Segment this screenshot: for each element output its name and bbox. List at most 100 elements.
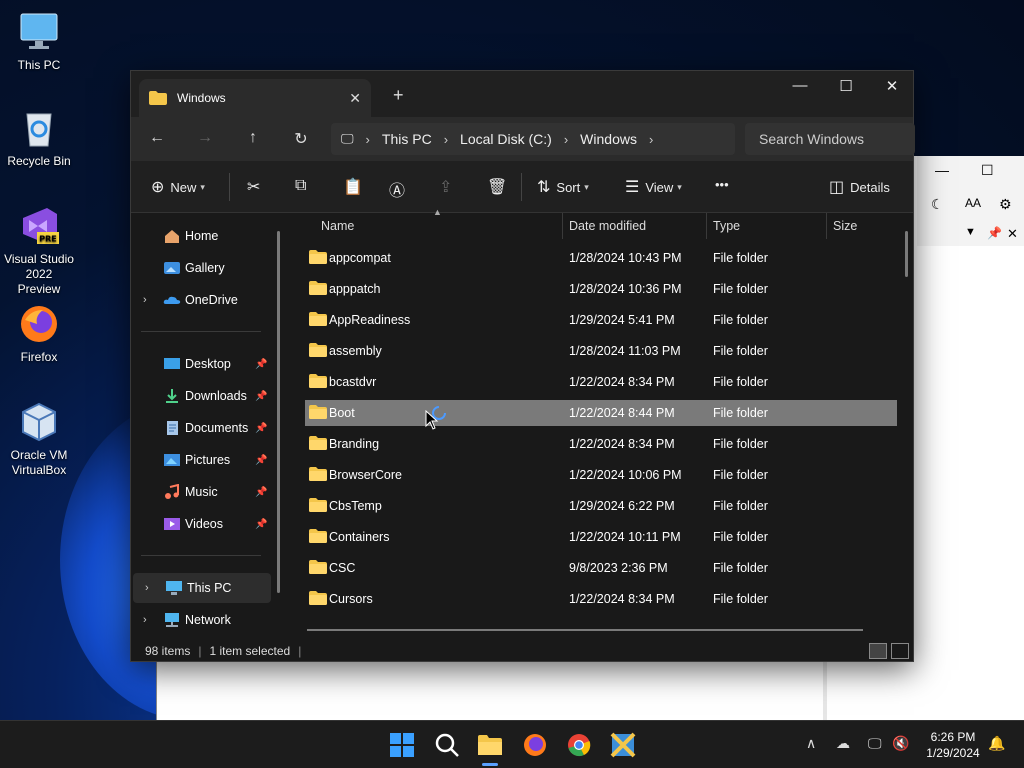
desktop-icon-this-pc[interactable]: This PC: [4, 10, 74, 73]
file-row[interactable]: Containers 1/22/2024 10:11 PM File folder: [305, 524, 897, 550]
column-header: ▲ Name Date modified Type Size: [289, 207, 913, 239]
column-type[interactable]: Type: [713, 219, 740, 233]
documents-icon: [167, 421, 178, 435]
minimize-icon[interactable]: —: [935, 162, 949, 178]
nav-item-downloads[interactable]: Downloads 📌: [131, 381, 269, 411]
horizontal-scrollbar[interactable]: [307, 629, 863, 631]
file-type: File folder: [713, 499, 768, 513]
notification-bell-icon[interactable]: 🔔: [988, 735, 1005, 752]
forward-button[interactable]: →: [193, 129, 217, 147]
column-date-modified[interactable]: Date modified: [569, 219, 646, 233]
folder-icon: [309, 374, 327, 388]
paste-icon[interactable]: 📋: [343, 177, 369, 197]
column-divider[interactable]: [706, 213, 707, 239]
close-tab-icon[interactable]: ✕: [349, 90, 361, 107]
nav-item-gallery[interactable]: Gallery: [131, 253, 269, 283]
app-taskbar-icon[interactable]: [609, 731, 637, 759]
chevron-right-icon[interactable]: ›: [143, 294, 147, 306]
network-tray-icon[interactable]: 🖵: [868, 735, 882, 752]
details-button[interactable]: ◫ Details: [829, 177, 890, 197]
chevron-right-icon[interactable]: ›: [143, 614, 147, 626]
nav-item-desktop[interactable]: Desktop 📌: [131, 349, 269, 379]
file-type: File folder: [713, 375, 768, 389]
desktop-icon-firefox[interactable]: Firefox: [4, 302, 74, 365]
new-button[interactable]: ⊕ New ▾: [151, 177, 205, 197]
nav-item-network[interactable]: › Network: [131, 605, 269, 635]
search-icon[interactable]: [433, 731, 461, 759]
chevron-right-icon[interactable]: ›: [145, 582, 149, 594]
nav-item-onedrive[interactable]: › OneDrive: [131, 285, 269, 315]
chrome-taskbar-icon[interactable]: [565, 731, 593, 759]
more-options-button[interactable]: •••: [715, 177, 729, 192]
up-button[interactable]: ↑: [241, 129, 265, 147]
pin-icon[interactable]: 📌: [987, 226, 1002, 240]
maximize-icon[interactable]: ☐: [981, 162, 994, 179]
moon-icon[interactable]: ☾: [931, 196, 944, 213]
start-windows-icon[interactable]: [388, 731, 416, 759]
cut-icon[interactable]: ✂: [247, 177, 266, 197]
file-row[interactable]: AppReadiness 1/29/2024 5:41 PM File folder: [305, 307, 897, 333]
system-clock[interactable]: 6:26 PM 1/29/2024: [916, 729, 990, 761]
volume-muted-icon[interactable]: 🔇: [892, 735, 909, 752]
maximize-button[interactable]: ☐: [823, 77, 869, 95]
desktop-icon-recycle-bin[interactable]: Recycle Bin: [4, 106, 74, 169]
breadcrumb-chevron-icon: ›: [563, 131, 569, 147]
nav-item-documents[interactable]: Documents 📌: [131, 413, 269, 443]
minimize-button[interactable]: —: [777, 77, 823, 94]
new-tab-button[interactable]: +: [393, 85, 404, 106]
nav-item-music[interactable]: Music 📌: [131, 477, 269, 507]
details-view-icon[interactable]: [869, 643, 887, 659]
gear-icon[interactable]: ⚙: [999, 196, 1012, 213]
file-row[interactable]: appcompat 1/28/2024 10:43 PM File folder: [305, 245, 897, 271]
delete-icon[interactable]: 🗑: [487, 177, 513, 197]
column-divider[interactable]: [826, 213, 827, 239]
vertical-scrollbar[interactable]: [905, 231, 908, 277]
file-explorer-taskbar-icon[interactable]: [476, 731, 504, 759]
breadcrumb-windows[interactable]: Windows: [580, 131, 637, 147]
active-app-indicator: [482, 763, 498, 766]
breadcrumb-local-disk[interactable]: Local Disk (C:): [460, 131, 552, 147]
sort-button[interactable]: ⇅ Sort ▾: [537, 177, 589, 197]
address-bar[interactable]: 🖵 › This PC › Local Disk (C:) › Windows …: [331, 123, 735, 155]
desktop-icon-virtualbox[interactable]: Oracle VM VirtualBox: [4, 400, 74, 478]
nav-item-this-pc[interactable]: › This PC: [133, 573, 271, 603]
refresh-button[interactable]: ↻: [289, 129, 313, 149]
file-row[interactable]: assembly 1/28/2024 11:03 PM File folder: [305, 338, 897, 364]
folder-icon: [309, 343, 327, 357]
file-row[interactable]: BrowserCore 1/22/2024 10:06 PM File folder: [305, 462, 897, 488]
tab-windows[interactable]: Windows ✕: [139, 79, 371, 117]
nav-item-videos[interactable]: Videos 📌: [131, 509, 269, 539]
rename-icon[interactable]: Ⓐ: [389, 177, 411, 201]
nav-item-home[interactable]: Home: [131, 221, 269, 251]
close-window-button[interactable]: ✕: [869, 77, 915, 95]
view-button[interactable]: ☰ View ▾: [625, 177, 682, 197]
search-input[interactable]: Search Windows: [745, 123, 915, 155]
file-row[interactable]: Boot 1/22/2024 8:44 PM File folder: [305, 400, 897, 430]
large-icons-view-icon[interactable]: [891, 643, 909, 659]
file-row[interactable]: CSC 9/8/2023 2:36 PM File folder: [305, 555, 897, 581]
file-row[interactable]: CbsTemp 1/29/2024 6:22 PM File folder: [305, 493, 897, 519]
file-row[interactable]: apppatch 1/28/2024 10:36 PM File folder: [305, 276, 897, 302]
column-size[interactable]: Size: [833, 219, 857, 233]
copy-icon[interactable]: ⧉: [295, 177, 312, 195]
firefox-taskbar-icon[interactable]: [521, 731, 549, 759]
share-icon[interactable]: ⇪: [439, 177, 458, 197]
breadcrumb-this-pc[interactable]: This PC: [382, 131, 432, 147]
mouse-cursor-icon: [425, 410, 439, 430]
breadcrumb-chevron-icon[interactable]: ›: [649, 132, 653, 147]
back-button[interactable]: ←: [145, 129, 169, 147]
chevron-up-icon[interactable]: ∧: [806, 735, 816, 752]
column-divider[interactable]: [562, 213, 563, 239]
file-row[interactable]: Cursors 1/22/2024 8:34 PM File folder: [305, 586, 897, 612]
nav-pane-scrollbar[interactable]: [277, 231, 280, 593]
close-icon[interactable]: ✕: [1007, 226, 1018, 242]
chevron-down-icon[interactable]: ▼: [965, 226, 976, 238]
font-size-icon[interactable]: AA: [965, 196, 981, 210]
nav-item-pictures[interactable]: Pictures 📌: [131, 445, 269, 475]
file-name: Cursors: [329, 592, 373, 606]
desktop-icon-visual-studio[interactable]: PRE Visual Studio 2022 Preview: [4, 204, 74, 297]
file-row[interactable]: bcastdvr 1/22/2024 8:34 PM File folder: [305, 369, 897, 395]
file-row[interactable]: Branding 1/22/2024 8:34 PM File folder: [305, 431, 897, 457]
column-name[interactable]: Name: [321, 219, 354, 233]
onedrive-tray-icon[interactable]: ☁: [836, 735, 850, 752]
